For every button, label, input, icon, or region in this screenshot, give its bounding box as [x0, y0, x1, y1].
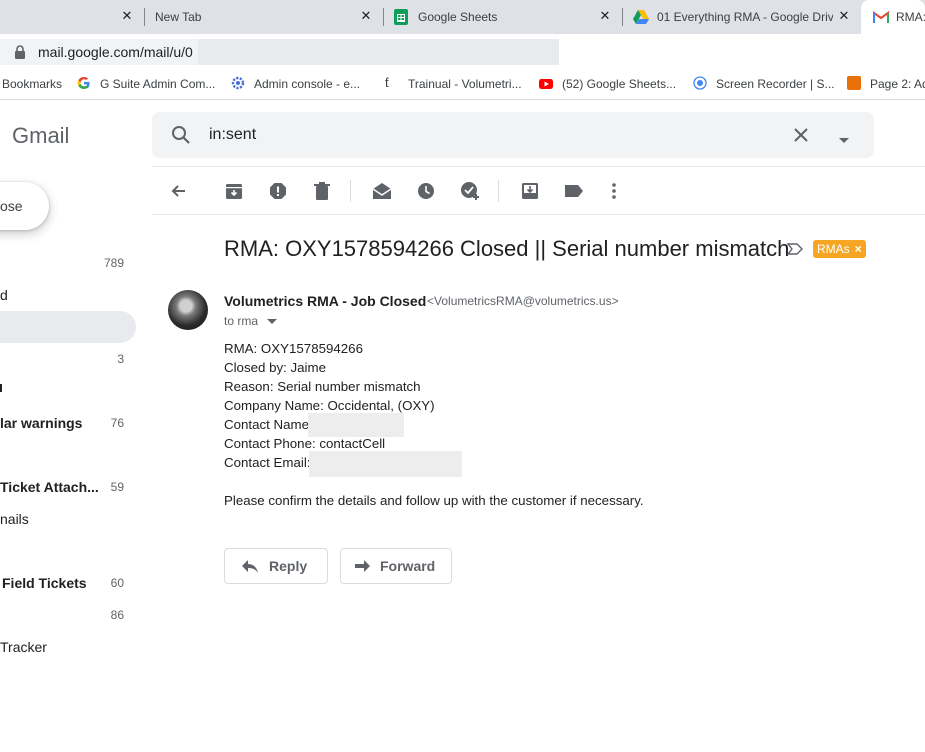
forward-label: Forward	[380, 558, 436, 574]
bookmark-screen-recorder[interactable]: Screen Recorder | S...	[716, 77, 835, 91]
forward-icon	[355, 560, 370, 572]
compose-button[interactable]: ose	[0, 182, 49, 230]
toolbar-divider	[350, 180, 351, 202]
google-sheets-icon	[394, 9, 408, 25]
search-options-dropdown-icon[interactable]	[838, 132, 850, 150]
compose-label: ose	[0, 198, 23, 214]
mark-unread-icon[interactable]	[372, 181, 392, 201]
close-icon[interactable]: ✕	[359, 9, 373, 23]
reply-button[interactable]: Reply	[224, 548, 328, 584]
sidebar-item-label[interactable]: nails	[0, 511, 29, 527]
sender-name[interactable]: Volumetrics RMA - Job Closed	[224, 293, 426, 309]
browser-tab-google-sheets[interactable]: Google Sheets ✕	[384, 0, 622, 34]
snooze-icon[interactable]	[416, 181, 436, 201]
address-bar: mail.google.com/mail/u/0	[0, 34, 925, 70]
body-line-reason: Reason: Serial number mismatch	[224, 379, 421, 394]
sidebar-item-label[interactable]: d	[0, 287, 8, 303]
sidebar-item-count: 789	[103, 256, 124, 270]
browser-tab-0[interactable]: ✕	[0, 0, 144, 34]
bookmark-trainual[interactable]: Trainual - Volumetri...	[408, 77, 522, 91]
sidebar-item-label[interactable]: Ticket Attach...	[0, 479, 99, 495]
delete-icon[interactable]	[312, 181, 332, 201]
toolbar-divider-line	[152, 214, 925, 215]
bookmark-bookmarks[interactable]: Bookmarks	[2, 77, 62, 91]
toolbar-divider	[498, 180, 499, 202]
search-icon[interactable]	[171, 125, 191, 150]
recipient-text: to rma	[224, 314, 259, 328]
importance-marker-icon[interactable]	[786, 242, 803, 260]
header-divider	[152, 166, 925, 167]
message-subject: RMA: OXY1578594266 Closed || Serial numb…	[224, 236, 790, 261]
more-icon[interactable]	[604, 181, 624, 201]
body-line-contact-name: Contact Name	[224, 417, 309, 432]
body-line-rma: RMA: OXY1578594266	[224, 341, 363, 356]
bookmark-g-suite-admin[interactable]: G Suite Admin Com...	[100, 77, 215, 91]
sender-avatar[interactable]	[168, 290, 208, 330]
back-arrow-icon[interactable]	[168, 181, 188, 201]
body-line-contact-email: Contact Email:	[224, 455, 311, 470]
reply-label: Reply	[269, 558, 308, 574]
close-icon[interactable]: ✕	[598, 9, 612, 23]
close-icon[interactable]: ✕	[837, 9, 851, 23]
bookmark-google-sheets-video[interactable]: (52) Google Sheets...	[562, 77, 676, 91]
sidebar-item-count: 76	[110, 416, 124, 430]
gmail-logo[interactable]: Gmail	[12, 123, 69, 149]
recipient-line[interactable]: to rma	[224, 314, 278, 328]
label-icon[interactable]	[564, 181, 584, 201]
redacted-contact-email	[309, 451, 462, 477]
gmail-m-icon	[873, 11, 889, 26]
report-spam-icon[interactable]	[268, 181, 288, 201]
admin-gear-icon	[231, 76, 245, 90]
remove-label-icon[interactable]: ×	[855, 242, 862, 256]
reply-icon	[242, 560, 258, 573]
screen-recorder-icon	[693, 76, 707, 90]
tab-title: RMA:	[896, 10, 925, 24]
browser-tab-bar: ✕ New Tab ✕ Google Sheets ✕ 01 Everythin…	[0, 0, 925, 34]
sender-email: <VolumetricsRMA@volumetrics.us>	[427, 294, 619, 308]
bookmarks-bar: Bookmarks G Suite Admin Com... Admin con…	[0, 70, 925, 100]
sidebar-item-count: 60	[110, 576, 124, 590]
sidebar-item-label[interactable]: Field Tickets	[2, 575, 87, 591]
bookmark-admin-console[interactable]: Admin console - e...	[254, 77, 360, 91]
sidebar-item-count: 86	[110, 608, 124, 622]
sidebar-item-active-highlight[interactable]	[0, 311, 136, 343]
sidebar-item-label[interactable]: Tracker	[0, 639, 47, 655]
close-icon[interactable]: ✕	[120, 9, 134, 23]
sidebar-item-count: 59	[110, 480, 124, 494]
body-line-contact-phone: Contact Phone: contactCell	[224, 436, 386, 451]
google-drive-icon	[633, 10, 649, 27]
sidebar-item-label[interactable]: lar warnings	[0, 415, 82, 431]
browser-tab-new-tab[interactable]: New Tab ✕	[145, 0, 383, 34]
archive-icon[interactable]	[224, 181, 244, 201]
label-chip[interactable]: RMAs ×	[813, 240, 866, 258]
redacted-url-area	[198, 39, 559, 65]
url-text[interactable]: mail.google.com/mail/u/0	[38, 44, 193, 60]
google-g-icon	[77, 76, 91, 90]
add-task-icon[interactable]	[460, 181, 480, 201]
page-icon	[847, 76, 861, 90]
recipient-details-dropdown-icon[interactable]	[267, 318, 278, 325]
sidebar-item-count: 3	[117, 352, 124, 366]
lock-icon[interactable]	[14, 45, 26, 64]
search-input[interactable]: in:sent	[209, 126, 256, 144]
tab-title: 01 Everything RMA - Google Driv	[657, 10, 833, 24]
body-closing-line: Please confirm the details and follow up…	[224, 493, 644, 508]
search-bar[interactable]: in:sent	[152, 112, 874, 158]
label-chip-text: RMAs	[817, 242, 850, 256]
bookmark-page-2[interactable]: Page 2: Ad	[870, 77, 925, 91]
youtube-icon	[539, 78, 553, 92]
redacted-contact-name	[308, 413, 404, 437]
sidebar-item-fragment	[0, 384, 2, 392]
body-line-company: Company Name: Occidental, (OXY)	[224, 398, 435, 413]
browser-tab-google-drive[interactable]: 01 Everything RMA - Google Driv ✕	[623, 0, 860, 34]
clear-search-icon[interactable]	[793, 127, 809, 148]
trainual-icon: ƭ	[385, 75, 389, 90]
tab-title: Google Sheets	[418, 10, 498, 24]
move-to-icon[interactable]	[520, 181, 540, 201]
body-line-closed-by: Closed by: Jaime	[224, 360, 326, 375]
forward-button[interactable]: Forward	[340, 548, 452, 584]
browser-tab-gmail-active[interactable]: RMA:	[861, 0, 925, 34]
tab-title: New Tab	[155, 10, 202, 24]
